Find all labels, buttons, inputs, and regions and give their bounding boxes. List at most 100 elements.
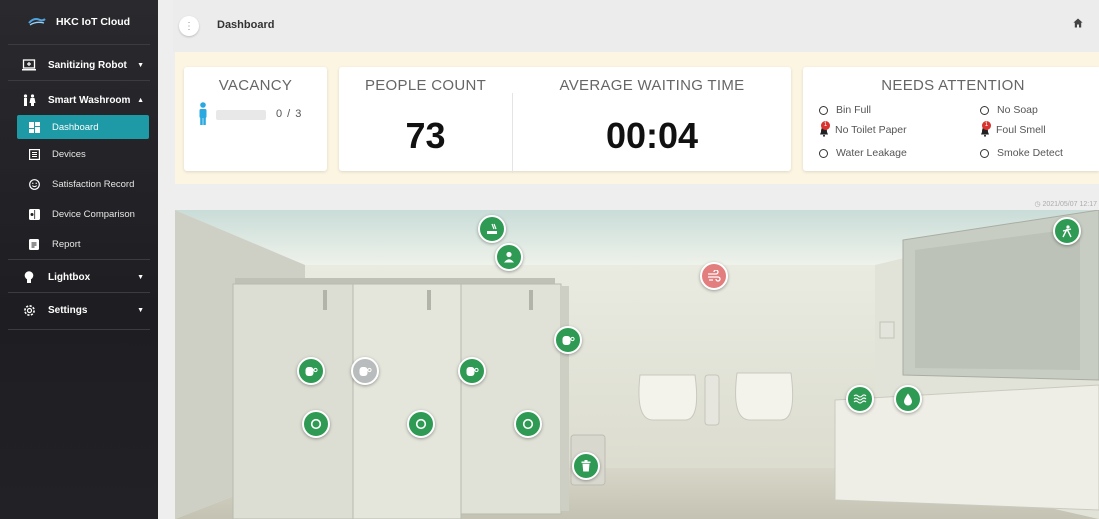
restroom-icon <box>22 93 36 107</box>
vacancy-progress-bar <box>216 110 266 120</box>
sidebar-item-dashboard[interactable]: Dashboard <box>17 115 149 139</box>
occupancy-sensor-marker[interactable] <box>495 243 523 271</box>
sidebar-item-label: Sanitizing Robot <box>48 59 127 71</box>
sidebar-item-report[interactable]: Report <box>0 229 158 259</box>
brand-logo-icon <box>28 18 46 26</box>
list-box-icon <box>28 148 40 160</box>
lightbulb-icon <box>22 270 36 284</box>
person-icon <box>199 102 207 125</box>
soap-sensor-marker[interactable] <box>894 385 922 413</box>
chevron-down-icon: ▼ <box>137 273 144 281</box>
attention-item-no-soap: No Soap <box>980 104 1038 116</box>
alert-badge: 1 <box>821 121 830 130</box>
needs-attention-title: NEEDS ATTENTION <box>881 77 1025 94</box>
chevron-down-icon: ▼ <box>137 61 144 69</box>
attention-item-foul-smell: 1 Foul Smell <box>980 121 1046 137</box>
divider <box>8 80 150 81</box>
sidebar-item-lightbox[interactable]: Lightbox ▼ <box>0 262 158 292</box>
sidebar-item-sanitizing-robot[interactable]: Sanitizing Robot ▼ <box>0 50 158 80</box>
toilet-paper-icon <box>466 366 479 376</box>
sidebar-item-smart-washroom[interactable]: Smart Washroom ▲ <box>0 85 158 115</box>
attention-label: Bin Full <box>836 104 872 116</box>
attention-item-no-toilet-paper: 1 No Toilet Paper <box>819 121 907 137</box>
sidebar-item-devices[interactable]: Devices <box>0 139 158 169</box>
waiting-time-title: AVERAGE WAITING TIME <box>559 77 745 94</box>
people-count-title: PEOPLE COUNT <box>364 77 487 94</box>
people-wait-card: PEOPLE COUNT 73 AVERAGE WAITING TIME 00:… <box>339 67 791 173</box>
sidebar-item-label: Satisfaction Record <box>52 178 135 190</box>
user-icon <box>504 251 514 263</box>
toilet-paper-sensor-marker[interactable] <box>554 326 582 354</box>
odor-sensor-marker[interactable] <box>700 262 728 290</box>
sidebar-item-device-comparison[interactable]: Device Comparison <box>0 199 158 229</box>
stall-occupancy-marker[interactable] <box>407 410 435 438</box>
trash-icon <box>581 460 591 472</box>
toilet-paper-sensor-marker[interactable] <box>351 357 379 385</box>
divider <box>8 292 150 293</box>
water-drop-icon <box>904 393 912 405</box>
circle-icon <box>522 418 534 430</box>
toilet-paper-icon <box>359 366 372 376</box>
toilet-paper-sensor-marker[interactable] <box>297 357 325 385</box>
chevron-down-icon: ▼ <box>137 306 144 314</box>
waiting-time-value: 00:04 <box>605 115 699 156</box>
sidebar-item-label: Settings <box>48 304 88 316</box>
sidebar-item-settings[interactable]: Settings ▼ <box>0 295 158 325</box>
bell-alert-icon: 1 <box>980 121 991 137</box>
home-icon[interactable] <box>1073 18 1083 28</box>
chevron-up-icon: ▲ <box>137 96 144 104</box>
stall-occupancy-marker[interactable] <box>302 410 330 438</box>
compare-icon <box>28 208 40 220</box>
water-waves-icon <box>853 394 867 404</box>
attention-item-water-leakage: Water Leakage <box>819 147 907 159</box>
vacancy-value: 0 / 3 <box>276 108 303 120</box>
people-counter-icon <box>487 223 497 234</box>
dashboard-icon <box>28 121 40 133</box>
sidebar-item-label: Device Comparison <box>52 208 135 220</box>
running-person-icon <box>1062 224 1072 237</box>
sidebar-item-label: Smart Washroom <box>48 94 131 106</box>
status-ring-icon <box>980 148 989 158</box>
attention-label: Foul Smell <box>996 124 1046 136</box>
attention-item-bin-full: Bin Full <box>819 104 871 116</box>
alert-badge: 1 <box>982 121 991 130</box>
toilet-paper-icon <box>562 335 575 345</box>
brand[interactable]: HKC IoT Cloud <box>8 0 150 45</box>
water-leakage-sensor-marker[interactable] <box>846 385 874 413</box>
smiley-icon <box>28 178 40 190</box>
last-updated-timestamp: ◷ 2021/05/07 12:17 <box>1034 200 1097 208</box>
vacancy-card: VACANCY 0 / 3 <box>184 67 327 171</box>
sidebar-item-label: Report <box>52 238 81 250</box>
stall-occupancy-marker[interactable] <box>514 410 542 438</box>
people-count-value: 73 <box>405 115 446 156</box>
exit-sign-marker[interactable] <box>1053 217 1081 245</box>
sidebar-item-label: Devices <box>52 148 86 160</box>
sidebar-item-satisfaction-record[interactable]: Satisfaction Record <box>0 169 158 199</box>
circle-icon <box>415 418 427 430</box>
attention-label: Smoke Detect <box>997 147 1063 159</box>
laptop-plus-icon <box>22 58 36 72</box>
stats-banner: VACANCY 0 / 3 PEOPLE COUNT 73 AVERAGE WA… <box>175 52 1099 184</box>
toilet-paper-icon <box>305 366 318 376</box>
bell-alert-icon: 1 <box>819 121 830 137</box>
divider <box>8 259 150 260</box>
needs-attention-card: NEEDS ATTENTION Bin Full No Soap 1 No Toi… <box>803 67 1099 171</box>
attention-item-smoke-detect: Smoke Detect <box>980 147 1063 159</box>
sidebar: HKC IoT Cloud Sanitizing Robot ▼ Smart W… <box>0 0 158 519</box>
report-icon <box>28 238 40 250</box>
attention-label: Water Leakage <box>836 147 907 159</box>
status-ring-icon <box>819 105 828 115</box>
circle-icon <box>310 418 322 430</box>
top-bar: ⋮ Dashboard <box>173 0 1099 52</box>
wind-icon <box>708 270 721 282</box>
brand-name: HKC IoT Cloud <box>56 16 131 28</box>
status-ring-icon <box>819 148 828 158</box>
page-title: Dashboard <box>217 19 275 31</box>
attention-label: No Soap <box>997 104 1038 116</box>
sidebar-item-label: Lightbox <box>48 271 91 283</box>
bin-sensor-marker[interactable] <box>572 452 600 480</box>
toilet-paper-sensor-marker[interactable] <box>458 357 486 385</box>
attention-label: No Toilet Paper <box>835 124 907 136</box>
people-counter-sensor-marker[interactable] <box>478 215 506 243</box>
more-menu-button[interactable]: ⋮ <box>179 16 199 36</box>
